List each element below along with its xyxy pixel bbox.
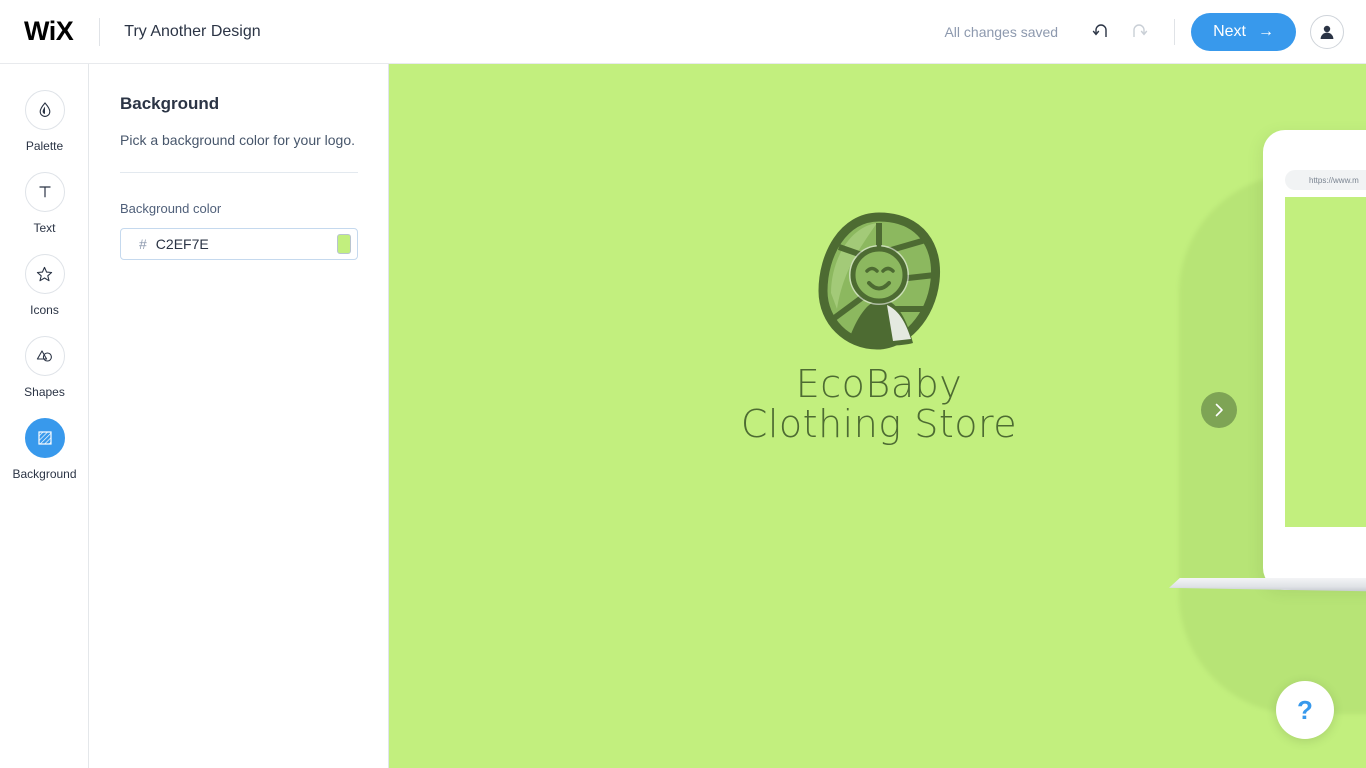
redo-icon [1133, 23, 1148, 37]
sidebar-item-background[interactable]: Background [0, 418, 89, 500]
color-swatch[interactable] [336, 234, 351, 254]
panel-title: Background [120, 94, 220, 113]
background-color-label: Background color [120, 201, 222, 216]
undo-button[interactable] [1084, 15, 1118, 49]
icons-icon-circle [24, 254, 65, 294]
text-icon-circle [24, 172, 65, 212]
droplet-icon [39, 102, 50, 117]
next-arrow-icon: → [1258, 22, 1274, 40]
shapes-icon [36, 350, 52, 362]
redo-button[interactable] [1122, 15, 1156, 49]
sidebar-item-palette[interactable]: Palette [0, 90, 89, 172]
sidebar-item-shapes[interactable]: Shapes [0, 336, 89, 418]
help-label: ? [1297, 694, 1313, 725]
hex-color-input[interactable] [155, 236, 337, 252]
next-button-label: Next [1213, 22, 1246, 40]
help-button[interactable]: ? [1276, 681, 1334, 739]
sidebar-item-icons[interactable]: Icons [0, 254, 89, 336]
left-icon-rail: Palette Text Icons Shapes Background [0, 64, 89, 768]
background-settings-panel: Background Pick a background color for y… [90, 64, 389, 768]
top-header: WiX Try Another Design All changes saved… [0, 0, 1366, 64]
header-divider [99, 17, 101, 46]
device-url-bar: https://www.m [1285, 170, 1366, 190]
logo-name-line2: Clothing Store [740, 402, 1018, 447]
sidebar-item-label: Background [12, 467, 77, 481]
header-actions: All changes saved Next → [944, 12, 1366, 51]
wix-logo[interactable]: WiX [24, 18, 74, 45]
shapes-icon-circle [24, 336, 65, 376]
hash-prefix: # [139, 236, 147, 252]
logo-preview: EcoBaby Clothing Store [719, 209, 1039, 445]
color-input-wrapper[interactable]: # [120, 228, 358, 260]
sidebar-item-label: Text [33, 221, 56, 235]
background-color-field: Background color # [90, 173, 388, 260]
logo-name-line1: EcoBaby [795, 362, 963, 406]
star-icon [36, 266, 53, 281]
user-avatar-icon [1320, 25, 1334, 39]
next-design-button[interactable] [1201, 392, 1237, 428]
palette-icon-circle [24, 90, 65, 130]
save-status: All changes saved [944, 23, 1059, 40]
sidebar-item-label: Palette [25, 139, 64, 153]
panel-header: Background Pick a background color for y… [90, 64, 388, 173]
logo-canvas: https://www.m EcoBaby Clothing Store ? [389, 64, 1366, 768]
background-hatch-icon [37, 431, 52, 445]
panel-subtitle: Pick a background color for your logo. [120, 132, 356, 148]
device-mockup: https://www.m [1263, 130, 1366, 590]
device-screen [1285, 197, 1366, 527]
background-icon-circle [24, 418, 65, 458]
header-action-divider [1174, 18, 1176, 45]
page-title: Try Another Design [124, 22, 261, 40]
logo-name: EcoBaby Clothing Store [719, 364, 1039, 445]
text-t-icon [39, 186, 50, 198]
logo-maker-app: WiX Try Another Design All changes saved… [0, 0, 1366, 768]
sidebar-item-label: Icons [30, 303, 59, 317]
leaf-baby-logo-icon [818, 212, 941, 350]
sidebar-item-text[interactable]: Text [0, 172, 89, 254]
undo-icon [1092, 23, 1107, 37]
sidebar-item-label: Shapes [24, 385, 65, 399]
chevron-right-icon [1215, 403, 1223, 417]
avatar[interactable] [1310, 14, 1344, 49]
next-button[interactable]: Next → [1191, 12, 1296, 51]
